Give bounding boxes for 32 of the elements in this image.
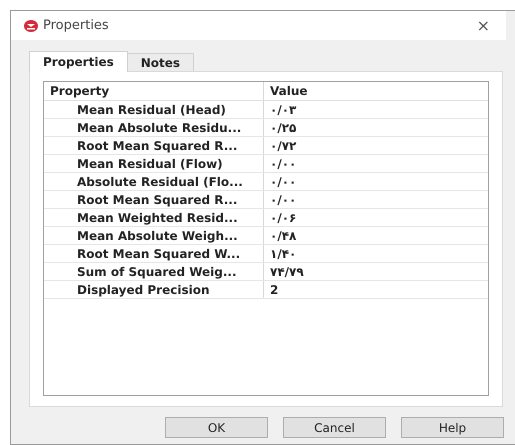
value-cell-text: ۰/۰۰ [269, 192, 296, 208]
value-cell-text: ۰/۰۰ [269, 156, 296, 172]
value-cell-text: ۰/۰۰ [269, 174, 296, 190]
value-cell-text: ۰/۴۸ [269, 228, 296, 244]
property-cell: Mean Residual (Flow) [44, 155, 264, 172]
value-cell-text: ۰/۰۶ [269, 210, 296, 226]
property-cell: Mean Absolute Weigh... [44, 227, 264, 244]
tab[interactable]: Notes [128, 53, 194, 71]
dialog-button[interactable]: OK [165, 417, 268, 438]
property-cell: Displayed Precision [44, 281, 264, 298]
dialog-button[interactable]: Cancel [283, 417, 386, 438]
tab[interactable]: Properties [29, 51, 128, 72]
value-cell-text: ۰/۲۵ [269, 120, 296, 136]
column-header: Value [269, 83, 308, 100]
property-cell: Mean Absolute Residu... [44, 119, 264, 136]
close-button[interactable]: × [476, 18, 490, 34]
value-cell-text: ۰/۰۳ [269, 102, 296, 118]
value-cell-text: ۱/۴۰ [269, 246, 296, 262]
property-cell: Root Mean Squared R... [44, 191, 264, 208]
property-cell: Mean Residual (Head) [44, 101, 264, 118]
column-header: Property [44, 82, 264, 100]
property-cell: Root Mean Squared R... [44, 137, 264, 154]
window-title: Properties [43, 16, 109, 35]
property-cell: Absolute Residual (Flo... [44, 173, 264, 190]
value-cell-text: ۰/۷۲ [269, 138, 296, 154]
dialog-button[interactable]: Help [401, 417, 504, 438]
property-cell: Mean Weighted Resid... [44, 209, 264, 226]
property-cell: Root Mean Squared W... [44, 245, 264, 262]
property-cell: Sum of Squared Weig... [44, 263, 264, 280]
value-cell-text: ۷۴/۷۹ [269, 264, 304, 280]
app-logo-icon [23, 18, 39, 32]
value-cell-text: 2 [269, 282, 278, 298]
